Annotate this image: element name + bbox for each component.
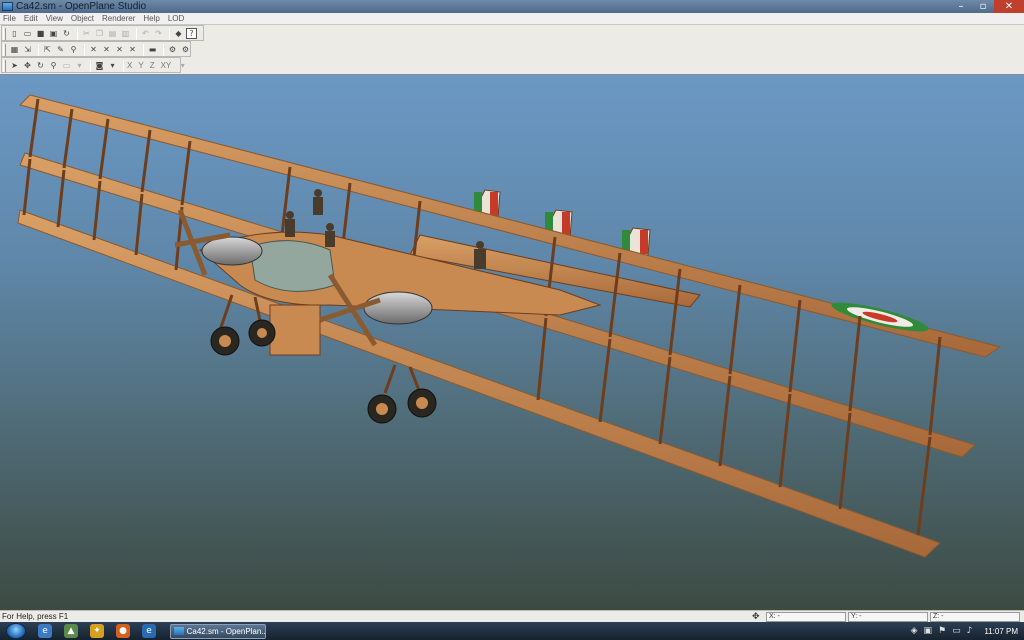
view-icon[interactable]: ▭ xyxy=(61,60,72,71)
edit-toolbar: ▦ ⇲ ⇱ ✎ ⚲ ✕ ✕ ✕ ✕ ▬ ⚙ ⚙ xyxy=(0,42,193,57)
toolbar-grip[interactable] xyxy=(3,43,6,56)
toolbar-separator xyxy=(143,43,144,56)
axis-dropdown-icon[interactable]: ▾ xyxy=(177,60,188,71)
move-icon[interactable]: ✥ xyxy=(22,60,33,71)
x-coordinate: X: - xyxy=(766,612,846,622)
axis-z-button[interactable]: Z xyxy=(150,61,155,70)
save-icon[interactable]: ■ xyxy=(35,28,46,39)
weld-icon[interactable]: ✕ xyxy=(127,44,138,55)
transform-toolbar: ➤ ✥ ↻ ⚲ ▭ ▾ ◙ ▾ X Y Z XY ▾ xyxy=(0,58,190,73)
y-coordinate: Y: - xyxy=(848,612,928,622)
menu-help[interactable]: Help xyxy=(143,14,159,23)
help-icon[interactable]: ? xyxy=(186,28,197,39)
skew-icon[interactable]: ✕ xyxy=(114,44,125,55)
status-bar: For Help, press F1 ✥ X: - Y: - Z: - xyxy=(0,610,1024,622)
cockpit-nose xyxy=(249,240,336,292)
window-controls: – ▫ ✕ xyxy=(950,0,1024,13)
select-icon[interactable]: ▦ xyxy=(9,44,20,55)
toolbar-grip[interactable] xyxy=(3,59,6,72)
flatten-icon[interactable]: ▬ xyxy=(147,44,158,55)
minimize-button[interactable]: – xyxy=(950,0,972,13)
status-help-text: For Help, press F1 xyxy=(2,612,69,621)
group-icon[interactable]: ⚙ xyxy=(167,44,178,55)
task-label: Ca42.sm - OpenPlan... xyxy=(186,626,265,636)
import-icon[interactable]: ⇲ xyxy=(22,44,33,55)
explorer-icon[interactable]: ▲ xyxy=(64,624,78,638)
clock[interactable]: 11:07 PM xyxy=(984,627,1018,636)
toolbar-separator xyxy=(90,59,91,72)
z-coordinate: Z: - xyxy=(930,612,1020,622)
firefox-icon[interactable]: ● xyxy=(116,624,130,638)
toolbar-separator xyxy=(77,27,78,40)
standard-toolbar: ▯ ▭ ■ ▣ ↻ ✂ ❐ ▤ ▥ ↶ ↷ ◆ ? xyxy=(0,26,199,41)
toolbar-separator xyxy=(38,43,39,56)
menu-renderer[interactable]: Renderer xyxy=(102,14,135,23)
axis-x-button[interactable]: X xyxy=(127,61,132,70)
cut-icon[interactable]: ✂ xyxy=(81,28,92,39)
app-icon xyxy=(2,2,13,11)
toolbar-separator xyxy=(84,43,85,56)
ungroup-icon[interactable]: ⚙ xyxy=(180,44,191,55)
texture-icon[interactable]: ⚲ xyxy=(68,44,79,55)
menu-view[interactable]: View xyxy=(46,14,63,23)
axis-xy-button[interactable]: XY xyxy=(161,61,172,70)
dropdown-chevron-icon[interactable]: ▾ xyxy=(74,60,85,71)
save-all-icon[interactable]: ▣ xyxy=(48,28,59,39)
material-icon[interactable]: ✎ xyxy=(55,44,66,55)
app-icon xyxy=(174,627,184,635)
rotate-icon[interactable]: ↻ xyxy=(35,60,46,71)
refresh-icon[interactable]: ↻ xyxy=(61,28,72,39)
undo-icon[interactable]: ↶ xyxy=(140,28,151,39)
menu-file[interactable]: File xyxy=(3,14,16,23)
copy-icon[interactable]: ❐ xyxy=(94,28,105,39)
menu-object[interactable]: Object xyxy=(71,14,94,23)
close-button[interactable]: ✕ xyxy=(994,0,1024,13)
maximize-button[interactable]: ▫ xyxy=(972,0,994,13)
window-title: Ca42.sm - OpenPlane Studio xyxy=(16,1,147,12)
taskbar: e ▲ ✦ ● e Ca42.sm - OpenPlan... ◈ ▣ ⚑ ▭ … xyxy=(0,622,1024,640)
toolbar-separator xyxy=(169,27,170,40)
title-bar: Ca42.sm - OpenPlane Studio – ▫ ✕ xyxy=(0,0,1024,13)
paste-icon[interactable]: ▤ xyxy=(107,28,118,39)
aircraft-render xyxy=(17,94,1002,558)
axis-y-button[interactable]: Y xyxy=(138,61,143,70)
move-indicator-icon: ✥ xyxy=(752,612,760,622)
open-icon[interactable]: ▭ xyxy=(22,28,33,39)
tray-app-icon[interactable]: ▣ xyxy=(923,626,932,636)
flag-icon[interactable]: ⚑ xyxy=(938,626,946,636)
redo-icon[interactable]: ↷ xyxy=(153,28,164,39)
toolbar-area: ▯ ▭ ■ ▣ ↻ ✂ ❐ ▤ ▥ ↶ ↷ ◆ ? ▦ ⇲ ⇱ ✎ ⚲ ✕ ✕ … xyxy=(0,25,1024,74)
camera-dropdown-icon[interactable]: ▾ xyxy=(107,60,118,71)
zoom-icon[interactable]: ⚲ xyxy=(48,60,59,71)
wing-struts xyxy=(22,98,942,536)
export-icon[interactable]: ⇱ xyxy=(42,44,53,55)
new-icon[interactable]: ▯ xyxy=(9,28,20,39)
menu-lod[interactable]: LOD xyxy=(168,14,184,23)
runner-icon[interactable]: ✦ xyxy=(90,624,104,638)
monitor-icon[interactable]: ▭ xyxy=(952,626,961,636)
camera-icon[interactable]: ◙ xyxy=(94,60,105,71)
menu-edit[interactable]: Edit xyxy=(24,14,38,23)
start-button[interactable] xyxy=(6,623,26,639)
print-icon[interactable]: ▥ xyxy=(120,28,131,39)
nacelle xyxy=(269,304,321,356)
toolbar-grip[interactable] xyxy=(3,27,6,40)
scale-icon[interactable]: ✕ xyxy=(101,44,112,55)
3d-viewport[interactable] xyxy=(0,74,1024,610)
toolbar-separator xyxy=(123,59,124,72)
wings xyxy=(17,94,1002,558)
browser-icon[interactable]: e xyxy=(142,624,156,638)
toolbar-separator xyxy=(136,27,137,40)
mirror-icon[interactable]: ✕ xyxy=(88,44,99,55)
pointer-icon[interactable]: ➤ xyxy=(9,60,20,71)
ie-icon[interactable]: e xyxy=(38,624,52,638)
volume-icon[interactable]: ♪ xyxy=(967,626,973,636)
system-tray: ◈ ▣ ⚑ ▭ ♪ 11:07 PM xyxy=(905,622,1024,640)
render-icon[interactable]: ◆ xyxy=(173,28,184,39)
taskbar-openplane-button[interactable]: Ca42.sm - OpenPlan... xyxy=(170,623,266,639)
network-icon[interactable]: ◈ xyxy=(911,626,918,636)
menu-bar: File Edit View Object Renderer Help LOD xyxy=(0,13,1024,25)
toolbar-separator xyxy=(163,43,164,56)
